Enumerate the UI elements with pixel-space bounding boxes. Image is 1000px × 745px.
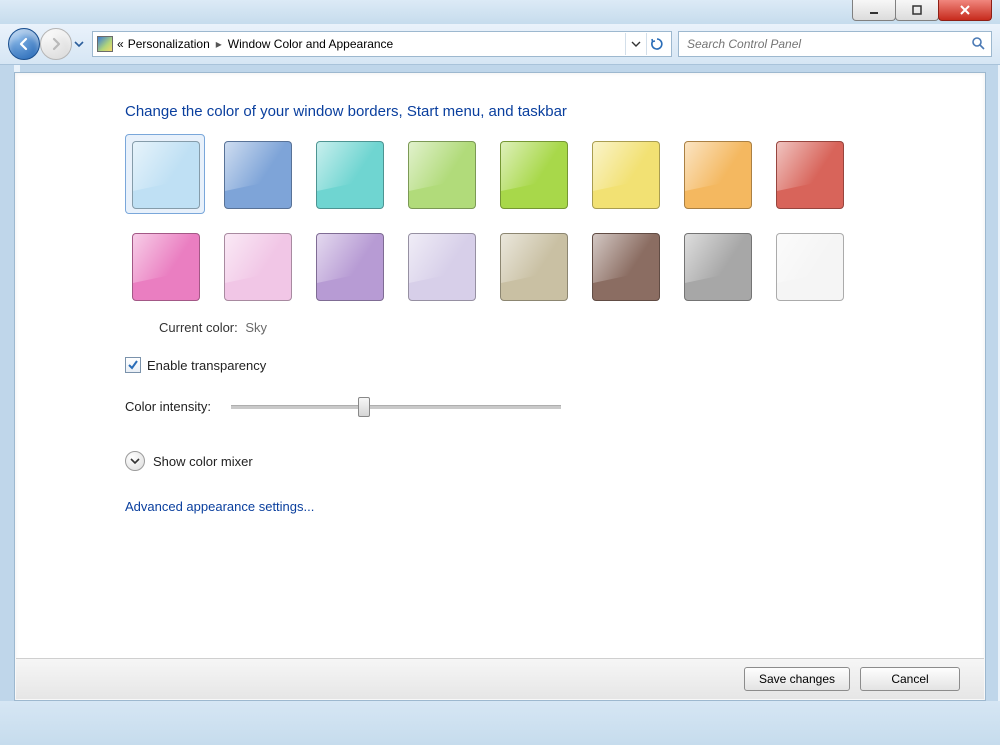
color-swatch[interactable] [493,226,573,306]
color-chip [132,141,200,209]
color-swatch[interactable] [125,134,205,214]
close-button[interactable] [938,0,992,21]
control-panel-icon [97,36,113,52]
address-dropdown-button[interactable] [625,33,646,55]
color-chip [592,233,660,301]
chevron-down-icon [631,39,641,49]
color-chip [224,233,292,301]
color-swatch[interactable] [401,226,481,306]
check-icon [128,360,138,370]
breadcrumb-separator: ▸ [216,37,222,51]
breadcrumb-item-0[interactable]: Personalization [128,37,210,51]
color-swatch[interactable] [677,226,757,306]
color-intensity-row: Color intensity: [125,397,925,415]
color-swatch[interactable] [401,134,481,214]
client-area: Change the color of your window borders,… [14,72,986,701]
show-color-mixer-toggle[interactable]: Show color mixer [125,451,925,471]
current-color: Current color: Sky [159,320,925,335]
color-chip [776,233,844,301]
command-bar: Save changes Cancel [16,658,984,699]
color-swatch[interactable] [769,226,849,306]
refresh-icon [650,37,664,51]
refresh-button[interactable] [646,33,667,55]
color-chip [408,141,476,209]
color-swatch[interactable] [217,226,297,306]
window-bottom-frame [0,701,1000,745]
color-swatch[interactable] [769,134,849,214]
advanced-appearance-link[interactable]: Advanced appearance settings... [125,499,314,514]
color-chip [316,233,384,301]
minimize-button[interactable] [852,0,896,21]
enable-transparency-checkbox[interactable] [125,357,141,373]
nav-forward-button[interactable] [40,28,72,60]
slider-thumb[interactable] [358,397,370,417]
arrow-right-icon [49,37,63,51]
page-title: Change the color of your window borders,… [125,103,925,120]
maximize-button[interactable] [895,0,939,21]
color-chip [224,141,292,209]
color-swatch[interactable] [585,134,665,214]
color-intensity-slider[interactable] [231,397,561,415]
arrow-left-icon [17,37,31,51]
close-icon [959,4,971,16]
cancel-button[interactable]: Cancel [860,667,960,691]
search-input[interactable] [685,36,965,52]
content: Change the color of your window borders,… [125,103,925,514]
slider-track [231,405,561,409]
nav-back-button[interactable] [8,28,40,60]
chevron-down-icon [130,456,140,466]
save-changes-button[interactable]: Save changes [744,667,850,691]
nav-arrows [8,28,86,60]
color-chip [408,233,476,301]
color-intensity-label: Color intensity: [125,399,211,414]
breadcrumb-item-1[interactable]: Window Color and Appearance [228,37,393,51]
color-chip [500,141,568,209]
color-chip [684,233,752,301]
color-chip [316,141,384,209]
chevron-down-icon [74,39,84,49]
color-swatch[interactable] [309,226,389,306]
expander-button[interactable] [125,451,145,471]
minimize-icon [868,4,880,16]
enable-transparency-label: Enable transparency [147,358,266,373]
enable-transparency-row: Enable transparency [125,357,925,373]
color-chip [592,141,660,209]
current-color-value: Sky [245,320,267,335]
nav-history-button[interactable] [72,29,86,59]
caption-buttons [853,0,992,21]
color-chip [776,141,844,209]
breadcrumb-ellipsis[interactable]: « [117,37,124,51]
color-chip [684,141,752,209]
color-swatch[interactable] [493,134,573,214]
color-swatch[interactable] [125,226,205,306]
nav-row: « Personalization ▸ Window Color and App… [0,24,1000,65]
show-color-mixer-label: Show color mixer [153,454,253,469]
color-chip [132,233,200,301]
color-swatch[interactable] [585,226,665,306]
maximize-icon [911,4,923,16]
search-box[interactable] [678,31,992,57]
color-swatch-grid [125,134,925,306]
color-swatch[interactable] [309,134,389,214]
color-swatch[interactable] [217,134,297,214]
color-chip [500,233,568,301]
address-bar[interactable]: « Personalization ▸ Window Color and App… [92,31,672,57]
current-color-label: Current color: [159,320,238,335]
search-icon [971,36,985,53]
titlebar [0,0,1000,25]
color-swatch[interactable] [677,134,757,214]
